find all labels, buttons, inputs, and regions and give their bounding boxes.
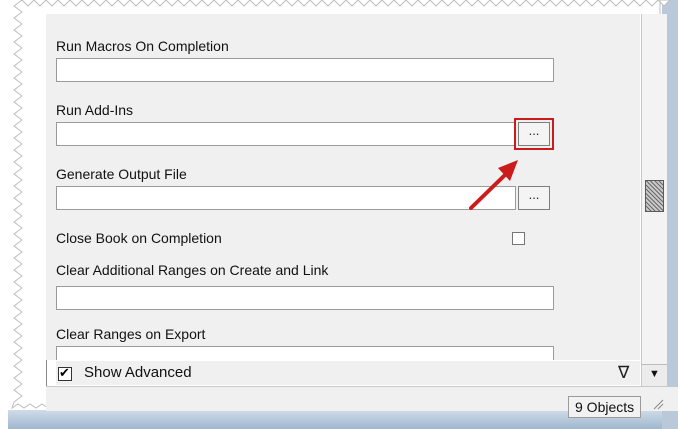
scrollbar-thumb[interactable]	[645, 180, 664, 212]
check-mark-icon: ✔	[59, 365, 70, 380]
property-panel: Run Macros On Completion Run Add-Ins ...…	[46, 14, 640, 360]
screenshot-canvas: Run Macros On Completion Run Add-Ins ...…	[0, 0, 678, 429]
chevron-down-icon: ▼	[649, 368, 660, 380]
show-advanced-row: ✔ Show Advanced ∇	[56, 361, 640, 385]
scroll-down-button[interactable]: ▼	[642, 364, 667, 386]
object-count: 9 Objects	[568, 396, 642, 418]
filter-icon[interactable]: ∇	[618, 363, 629, 383]
arrow-shaft	[469, 171, 509, 210]
show-advanced-label: Show Advanced	[84, 364, 192, 381]
resize-grip-icon[interactable]	[650, 396, 664, 410]
vertical-scrollbar[interactable]: ▼	[641, 14, 667, 386]
show-advanced-checkbox[interactable]: ✔	[58, 365, 72, 381]
red-arrow-icon	[469, 160, 518, 210]
